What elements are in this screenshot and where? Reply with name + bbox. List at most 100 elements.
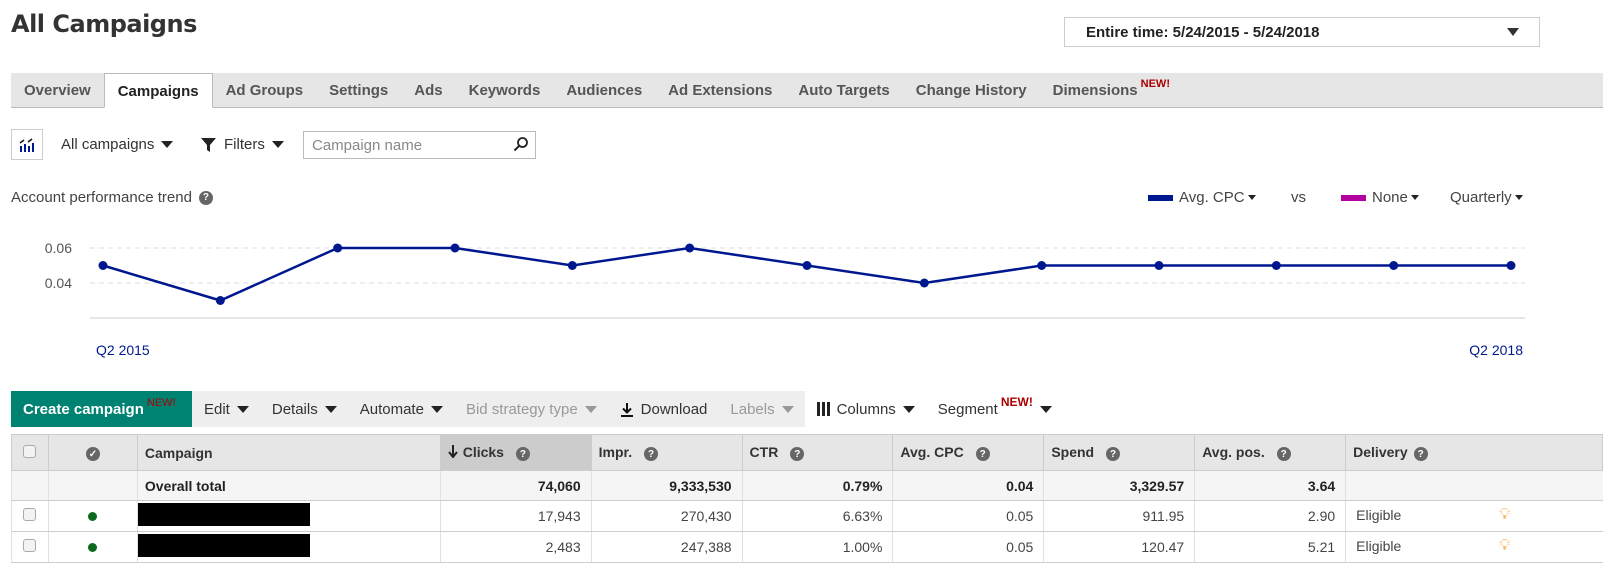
bid-strategy-label: Bid strategy type [465, 400, 578, 418]
help-icon[interactable]: ? [1413, 447, 1428, 462]
tab-overview[interactable]: Overview [11, 73, 104, 108]
page-title: All Campaigns [11, 10, 197, 38]
help-icon[interactable]: ? [975, 447, 990, 462]
header-ctr[interactable]: CTR? [741, 434, 894, 471]
help-icon[interactable]: ? [1276, 447, 1291, 462]
delivery-status: Eligible [1356, 538, 1402, 554]
redacted-campaign-name [137, 534, 310, 557]
header-avg-pos[interactable]: Avg. pos.? [1194, 434, 1347, 471]
search-icon[interactable] [513, 136, 529, 152]
automate-dropdown[interactable]: Automate [348, 401, 454, 418]
caret-down-icon [430, 405, 443, 413]
campaign-scope-dropdown[interactable]: All campaigns [61, 136, 174, 153]
header-impr[interactable]: Impr.? [590, 434, 743, 471]
data-point [450, 243, 460, 253]
download-button[interactable]: Download [608, 401, 719, 418]
header-label: Avg. CPC [900, 443, 964, 460]
tab-auto-targets[interactable]: Auto Targets [785, 73, 902, 108]
data-point [98, 261, 108, 270]
tab-audiences[interactable]: Audiences [553, 73, 655, 108]
trend-section-label: Account performance trend ? [11, 189, 213, 206]
download-label: Download [640, 400, 708, 418]
help-icon[interactable]: ? [790, 447, 805, 462]
header-delivery[interactable]: Delivery? [1345, 434, 1603, 471]
tab-ad-extensions[interactable]: Ad Extensions [655, 73, 785, 108]
caret-down-icon [1410, 195, 1419, 200]
campaign-name-cell[interactable] [136, 531, 441, 563]
row-checkbox[interactable] [23, 508, 37, 521]
help-icon[interactable]: ? [1106, 447, 1121, 462]
bid-strategy-dropdown[interactable]: Bid strategy type [454, 401, 608, 418]
details-dropdown[interactable]: Details [260, 401, 348, 418]
tab-label: Keywords [468, 82, 541, 99]
tab-ads[interactable]: Ads [401, 73, 455, 108]
caret-down-icon [1247, 195, 1256, 200]
filters-label: Filters [224, 136, 265, 153]
header-avg-cpc[interactable]: Avg. CPC? [892, 434, 1045, 471]
header-spend[interactable]: Spend? [1043, 434, 1196, 471]
header-label: Clicks [462, 443, 504, 460]
tab-dimensions[interactable]: Dimensions NEW! [1040, 73, 1183, 108]
data-point [802, 261, 812, 270]
new-badge: NEW! [1140, 78, 1170, 90]
help-icon[interactable]: ? [198, 190, 213, 205]
lightbulb-icon[interactable]: 💡︎ [1499, 537, 1510, 554]
clicks-cell: 17,943 [439, 500, 592, 532]
tab-settings[interactable]: Settings [316, 73, 401, 108]
date-range-label: Entire time: 5/24/2015 - 5/24/2018 [1086, 24, 1320, 41]
labels-dropdown[interactable]: Labels [718, 401, 804, 418]
redacted-campaign-name [137, 503, 310, 526]
status-active-dot-icon [88, 512, 98, 521]
filters-dropdown[interactable]: Filters [201, 136, 284, 153]
tab-bar: Overview Campaigns Ad Groups Settings Ad… [11, 73, 1603, 108]
download-icon [620, 402, 633, 417]
caret-down-icon [1507, 28, 1519, 36]
edit-dropdown[interactable]: Edit [192, 401, 260, 418]
metric1-dropdown[interactable]: Avg. CPC [1148, 189, 1256, 206]
caret-down-icon [902, 405, 915, 413]
data-point [215, 296, 225, 305]
avg-pos-cell: 5.21 [1194, 531, 1346, 563]
campaign-search [303, 131, 536, 159]
header-label: Impr. [598, 443, 633, 460]
select-all-checkbox[interactable] [23, 444, 37, 458]
tab-label: Ad Groups [225, 82, 304, 99]
help-icon[interactable]: ? [515, 447, 530, 462]
data-point [333, 243, 343, 253]
delivery-status: Eligible [1356, 507, 1402, 523]
create-campaign-button[interactable]: Create campaign NEW! [11, 391, 192, 427]
total-spend: 3,329.57 [1043, 470, 1195, 501]
tab-label: Overview [24, 82, 91, 99]
columns-dropdown[interactable]: Columns [805, 401, 926, 418]
metric2-swatch [1341, 194, 1366, 201]
clicks-cell: 2,483 [439, 531, 592, 563]
tab-keywords[interactable]: Keywords [456, 73, 554, 108]
tab-label: Auto Targets [798, 82, 890, 99]
date-range-picker[interactable]: Entire time: 5/24/2015 - 5/24/2018 [1064, 17, 1540, 47]
y-tick-label: 0.06 [45, 240, 72, 256]
header-clicks[interactable]: Clicks? [439, 434, 592, 471]
row-checkbox[interactable] [23, 539, 37, 552]
campaign-scope-label: All campaigns [61, 136, 155, 153]
granularity-dropdown[interactable]: Quarterly [1450, 189, 1523, 206]
help-icon[interactable]: ? [644, 447, 659, 462]
lightbulb-icon[interactable]: 💡︎ [1499, 506, 1510, 523]
caret-down-icon [236, 405, 249, 413]
campaign-search-input[interactable] [304, 132, 504, 158]
data-point [1389, 261, 1399, 270]
campaign-name-cell[interactable] [136, 500, 441, 532]
metric2-dropdown[interactable]: None [1341, 189, 1419, 206]
header-campaign[interactable]: Campaign [136, 434, 441, 471]
tab-campaigns[interactable]: Campaigns [103, 73, 213, 108]
automate-label: Automate [359, 400, 424, 418]
columns-label: Columns [836, 400, 896, 418]
x-tick-label: Q2 2015 [96, 342, 150, 358]
tab-ad-groups[interactable]: Ad Groups [213, 73, 317, 108]
segment-dropdown[interactable]: Segment NEW! [926, 395, 1063, 418]
filter-icon [201, 138, 216, 152]
tab-change-history[interactable]: Change History [903, 73, 1040, 108]
header-label: Spend [1051, 443, 1095, 460]
grid-toolbar: Create campaign NEW! Edit Details Automat… [11, 391, 1063, 427]
y-tick-label: 0.04 [45, 275, 72, 291]
toggle-chart-button[interactable] [11, 129, 43, 160]
